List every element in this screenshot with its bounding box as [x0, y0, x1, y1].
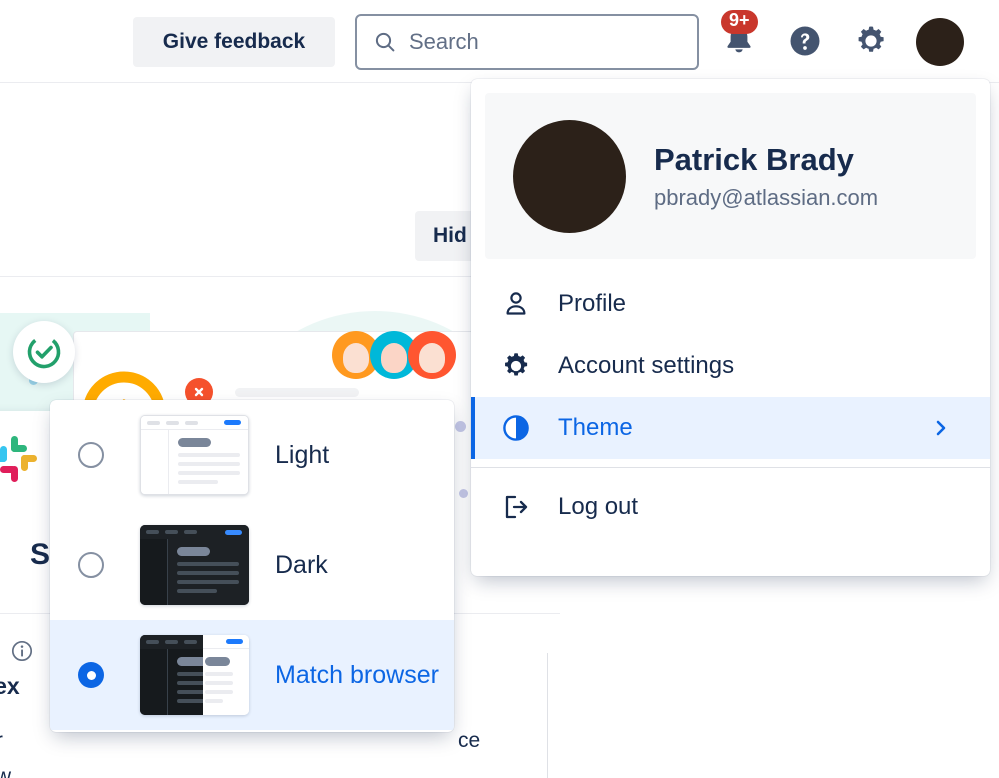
body-paragraph-right-fragment: ce	[458, 729, 481, 752]
placeholder-bar	[235, 387, 359, 397]
theme-option-match-browser[interactable]: Match browser	[50, 620, 454, 730]
body-paragraph-line1: your	[0, 723, 3, 759]
settings-button[interactable]	[848, 18, 894, 64]
menu-item-theme[interactable]: Theme	[471, 397, 990, 459]
body-paragraph-line2: hip w	[0, 765, 12, 778]
decorative-dot	[455, 421, 466, 432]
gear-icon	[858, 26, 884, 52]
menu-item-label: Account settings	[558, 352, 735, 379]
chevron-right-icon	[932, 419, 950, 437]
question-circle-icon	[790, 26, 820, 56]
radio-dark[interactable]	[78, 552, 104, 578]
section-title: S	[30, 538, 51, 571]
menu-item-log-out[interactable]: Log out	[471, 476, 990, 538]
menu-separator	[471, 467, 990, 468]
profile-dropdown-menu: Patrick Brady pbrady@atlassian.com Profi…	[471, 79, 990, 576]
user-avatar-button[interactable]	[916, 18, 964, 66]
decorative-dot	[459, 489, 468, 498]
help-button[interactable]	[782, 18, 828, 64]
menu-item-label: Theme	[558, 414, 633, 441]
theme-option-dark[interactable]: Dark	[50, 510, 454, 620]
body-heading-fragment: er ex	[0, 673, 20, 699]
light-theme-preview	[140, 415, 249, 495]
menu-item-profile[interactable]: Profile	[471, 273, 990, 335]
give-feedback-button[interactable]: Give feedback	[133, 17, 335, 67]
half-circle-icon	[499, 413, 533, 443]
avatar	[408, 331, 456, 379]
profile-avatar	[513, 119, 626, 233]
theme-option-label: Dark	[275, 550, 328, 579]
vertical-divider	[547, 653, 548, 778]
theme-option-label: Match browser	[275, 660, 439, 689]
illustration-avatar-group	[332, 331, 456, 379]
slack-icon	[0, 436, 37, 482]
gear-icon	[499, 351, 533, 381]
profile-user-name: Patrick Brady	[654, 141, 854, 177]
profile-summary-card: Patrick Brady pbrady@atlassian.com	[485, 93, 976, 259]
menu-item-label: Profile	[558, 290, 627, 317]
theme-submenu: Light Dark Match browser	[50, 400, 454, 732]
theme-option-light[interactable]: Light	[50, 400, 454, 510]
radio-match-browser[interactable]	[78, 662, 104, 688]
search-icon	[373, 30, 397, 54]
illustration-verified-badge	[13, 321, 75, 383]
menu-item-account-settings[interactable]: Account settings	[471, 335, 990, 397]
notification-badge: 9+	[721, 10, 758, 34]
logout-icon	[499, 492, 533, 522]
search-field[interactable]	[355, 14, 699, 70]
radio-light[interactable]	[78, 442, 104, 468]
info-circle-icon	[10, 639, 34, 663]
match-browser-theme-preview	[140, 635, 249, 715]
menu-item-label: Log out	[558, 493, 639, 520]
dark-theme-preview	[140, 525, 249, 605]
search-input[interactable]	[397, 29, 697, 55]
info-row	[10, 639, 34, 663]
profile-user-email: pbrady@atlassian.com	[654, 185, 879, 211]
top-navigation-bar: Give feedback 9+	[0, 0, 999, 83]
person-icon	[499, 289, 533, 319]
theme-option-label: Light	[275, 440, 330, 469]
